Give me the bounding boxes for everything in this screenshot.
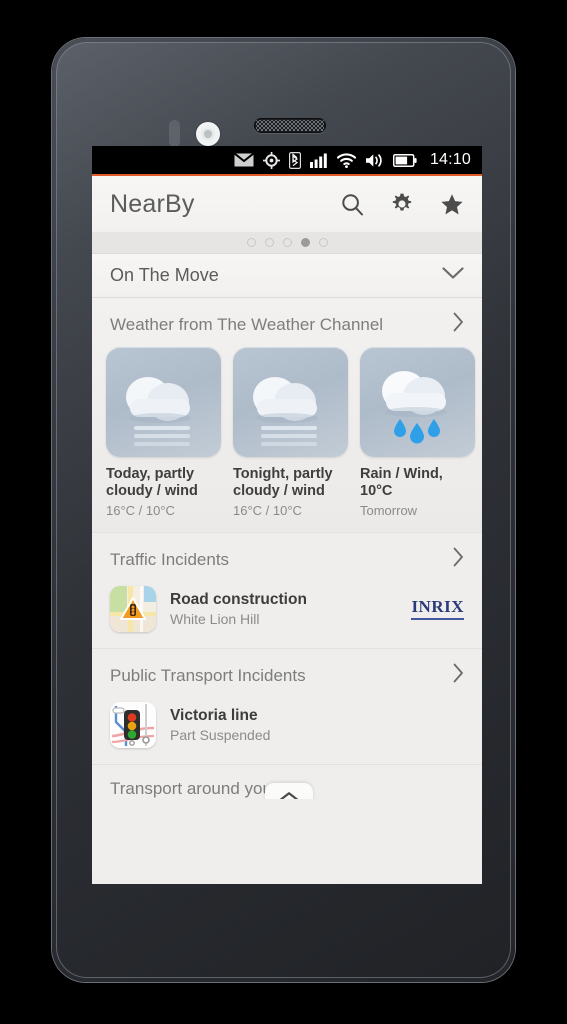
phone-device: 14:10 NearBy On The Move Weather from Th…: [52, 38, 515, 982]
volume-icon[interactable]: [365, 153, 384, 168]
location-icon[interactable]: [262, 151, 280, 169]
weather-section-title: Weather from The Weather Channel: [110, 314, 384, 334]
inrix-provider-logo: INRIX: [411, 597, 464, 620]
scope-selector-label: On The Move: [110, 265, 219, 285]
scroll-to-top-button[interactable]: [265, 783, 313, 799]
front-camera-icon: [196, 122, 220, 146]
cloud-wind-icon: [106, 347, 221, 457]
weather-card-title: Tonight, partly cloudy / wind: [233, 466, 333, 499]
weather-card-temps: 16°C / 10°C: [233, 503, 302, 518]
chevron-up-icon: [277, 788, 301, 799]
traffic-incidents-section: Traffic Incidents Road construction Whit…: [92, 533, 482, 648]
app-header: NearBy: [92, 176, 482, 232]
earpiece-speaker-icon: [254, 118, 326, 133]
public-transport-section-header[interactable]: Public Transport Incidents: [92, 649, 482, 698]
weather-card-list: Today, partly cloudy / wind 16°C / 10°C: [92, 347, 482, 518]
chevron-right-icon[interactable]: [453, 547, 464, 572]
status-bar-clock: 14:10: [429, 151, 471, 168]
transport-around-you-section[interactable]: Transport around you: [92, 765, 482, 799]
weather-card-temps: Tomorrow: [360, 503, 418, 518]
traffic-incident-desc: White Lion Hill: [170, 611, 260, 627]
bluetooth-icon[interactable]: [288, 151, 301, 169]
wifi-icon[interactable]: [336, 152, 356, 168]
traffic-section-header[interactable]: Traffic Incidents: [92, 533, 482, 582]
weather-section: Weather from The Weather Channel Today, …: [92, 298, 482, 532]
gear-icon[interactable]: [390, 192, 414, 216]
road-map-warning-icon: [110, 586, 156, 632]
weather-card[interactable]: Tonight, partly cloudy / wind 16°C / 10°…: [233, 347, 348, 518]
page-dot[interactable]: [318, 238, 328, 247]
public-transport-incident-text: Victoria line Part Suspended: [170, 707, 270, 743]
weather-section-header[interactable]: Weather from The Weather Channel: [92, 298, 482, 347]
page-dot[interactable]: [246, 238, 256, 247]
proximity-sensor-icon: [169, 120, 180, 147]
page-dot-active[interactable]: [300, 238, 310, 247]
public-transport-section-title: Public Transport Incidents: [110, 665, 306, 685]
chevron-right-icon[interactable]: [453, 312, 464, 337]
weather-card-title: Today, partly cloudy / wind: [106, 466, 198, 499]
traffic-incident-name: Road construction: [170, 591, 307, 608]
public-transport-incident-desc: Part Suspended: [170, 727, 271, 743]
weather-card[interactable]: Today, partly cloudy / wind 16°C / 10°C: [106, 347, 221, 518]
public-transport-incident-item[interactable]: Victoria line Part Suspended: [92, 698, 482, 764]
content-area: Weather from The Weather Channel Today, …: [92, 298, 482, 799]
scope-selector[interactable]: On The Move: [92, 254, 482, 298]
battery-icon[interactable]: [392, 153, 417, 167]
cloud-wind-icon: [233, 347, 348, 457]
page-dot[interactable]: [264, 238, 274, 247]
envelope-icon[interactable]: [233, 153, 254, 167]
star-icon[interactable]: [440, 193, 464, 216]
page-dot[interactable]: [282, 238, 292, 247]
weather-card[interactable]: Rain / Wind, 10°C Tomorrow: [360, 347, 475, 518]
page-indicator[interactable]: [92, 232, 482, 254]
search-icon[interactable]: [341, 193, 364, 216]
traffic-incident-item[interactable]: Road construction White Lion Hill INRIX: [92, 582, 482, 648]
cloud-rain-icon: [360, 347, 475, 457]
public-transport-incident-name: Victoria line: [170, 707, 258, 724]
transport-around-you-title: Transport around you: [110, 779, 272, 798]
public-transport-incidents-section: Public Transport Incidents Victoria line…: [92, 649, 482, 764]
page-title: NearBy: [110, 189, 195, 218]
header-actions: [341, 192, 464, 216]
phone-bezel: 14:10 NearBy On The Move Weather from Th…: [56, 42, 511, 978]
weather-card-title: Rain / Wind, 10°C: [360, 466, 443, 499]
tube-map-traffic-light-icon: [110, 702, 156, 748]
traffic-incident-text: Road construction White Lion Hill: [170, 591, 307, 627]
phone-screen: 14:10 NearBy On The Move Weather from Th…: [92, 146, 482, 884]
chevron-right-icon[interactable]: [453, 663, 464, 688]
status-bar: 14:10: [92, 146, 482, 176]
chevron-down-icon[interactable]: [442, 266, 464, 285]
traffic-section-title: Traffic Incidents: [110, 549, 230, 569]
weather-card-temps: 16°C / 10°C: [106, 503, 175, 518]
cellular-signal-icon[interactable]: [309, 153, 328, 168]
